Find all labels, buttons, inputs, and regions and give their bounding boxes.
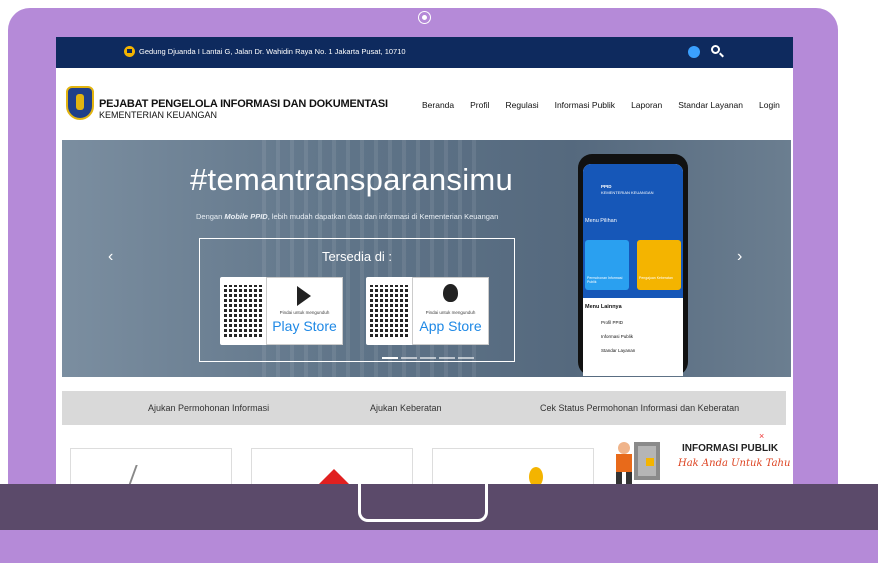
service-card[interactable] (70, 448, 232, 489)
phone-tile-permohonan: Permohonan Informasi Publik (585, 240, 629, 290)
carousel-prev-icon[interactable]: ‹ (108, 248, 113, 266)
store-scan-text: Pindai untuk mengunduh (279, 310, 330, 315)
tagline-app-name: Mobile PPID (224, 212, 268, 221)
nav-regulasi[interactable]: Regulasi (506, 100, 539, 110)
tagline-prefix: Dengan (196, 212, 225, 221)
org-title[interactable]: PEJABAT PENGELOLA INFORMASI DAN DOKUMENT… (99, 98, 388, 110)
carousel-next-icon[interactable]: › (737, 248, 742, 266)
nav-profil[interactable]: Profil (470, 100, 489, 110)
phone-mockup: PPID KEMENTERIAN KEUANGAN Menu Pilihan P… (578, 154, 688, 376)
availability-box: Tersedia di : Pindai untuk mengunduh Pla… (199, 238, 515, 362)
laptop-hinge-notch (358, 484, 488, 522)
carousel-indicators (382, 357, 474, 359)
phone-tile-keberatan: Pengajuan Keberatan (637, 240, 681, 290)
search-icon[interactable] (711, 45, 720, 54)
kemenkeu-logo-icon[interactable] (66, 86, 94, 120)
service-card[interactable] (432, 448, 594, 489)
phone-tile-keberatan-label: Pengajuan Keberatan (639, 276, 673, 280)
play-store-label: Play Store (272, 318, 337, 334)
carousel-dot[interactable] (458, 357, 474, 359)
popup-subtitle: Hak Anda Untuk Tahu ! (678, 458, 793, 469)
carousel-dot[interactable] (439, 357, 455, 359)
address-text: Gedung Djuanda I Lantai G, Jalan Dr. Wah… (139, 47, 406, 56)
app-store-label: App Store (419, 318, 482, 334)
site-header: PEJABAT PENGELOLA INFORMASI DAN DOKUMENT… (56, 68, 793, 140)
hero-tagline: Dengan Mobile PPID, lebih mudah dapatkan… (196, 212, 498, 221)
phone-item-standar: Standar Layanan (601, 348, 636, 353)
qr-code-icon (224, 285, 262, 337)
phone-screen: PPID KEMENTERIAN KEUANGAN Menu Pilihan P… (583, 164, 683, 376)
language-globe-icon[interactable] (688, 46, 700, 58)
phone-brand-sub: KEMENTERIAN KEUANGAN (601, 190, 654, 195)
address-line: Gedung Djuanda I Lantai G, Jalan Dr. Wah… (124, 46, 406, 57)
popup-title: INFORMASI PUBLIK (682, 443, 779, 454)
carousel-dot[interactable] (382, 357, 398, 359)
nav-standar-layanan[interactable]: Standar Layanan (678, 100, 743, 110)
tagline-suffix: , lebih mudah dapatkan data dan informas… (267, 212, 499, 221)
phone-item-informasi: Informasi Publik (601, 334, 634, 339)
nav-informasi-publik[interactable]: Informasi Publik (555, 100, 615, 110)
app-store-card[interactable]: Pindai untuk mengunduh App Store (366, 277, 489, 345)
app-store-panel: Pindai untuk mengunduh App Store (412, 277, 489, 345)
camera-icon (419, 12, 430, 23)
phone-item-profil: Profil PPID (601, 320, 624, 325)
person-illustration-icon (616, 442, 660, 484)
store-scan-text: Pindai untuk mengunduh (425, 310, 476, 315)
ajukan-permohonan-link[interactable]: Ajukan Permohonan Informasi (148, 403, 269, 413)
nav-login[interactable]: Login (759, 100, 780, 110)
main-nav: Beranda Profil Regulasi Informasi Publik… (422, 100, 793, 110)
ajukan-keberatan-link[interactable]: Ajukan Keberatan (370, 403, 442, 413)
informasi-publik-popup: × INFORMASI PUBLIK Hak Anda Untuk Tahu ! (596, 431, 793, 489)
availability-title: Tersedia di : (321, 249, 393, 264)
home-icon (124, 46, 135, 57)
nav-laporan[interactable]: Laporan (631, 100, 662, 110)
browser-screen: Gedung Djuanda I Lantai G, Jalan Dr. Wah… (56, 37, 793, 489)
play-store-card[interactable]: Pindai untuk mengunduh Play Store (220, 277, 343, 345)
phone-tile-permohonan-label: Permohonan Informasi Publik (587, 276, 623, 284)
top-bar: Gedung Djuanda I Lantai G, Jalan Dr. Wah… (56, 37, 793, 68)
cek-status-link[interactable]: Cek Status Permohonan Informasi dan Kebe… (540, 403, 739, 413)
hero-hashtag: #temantransparansimu (190, 162, 514, 197)
carousel-dot[interactable] (401, 357, 417, 359)
play-store-panel: Pindai untuk mengunduh Play Store (266, 277, 343, 345)
phone-brand: PPID (601, 184, 612, 189)
phone-app-header: PPID KEMENTERIAN KEUANGAN Menu Pilihan (583, 164, 683, 226)
nav-beranda[interactable]: Beranda (422, 100, 454, 110)
laptop-base (0, 530, 878, 563)
play-store-icon (297, 286, 311, 306)
hero-carousel: #temantransparansimu Dengan Mobile PPID,… (62, 140, 791, 377)
org-subtitle: KEMENTERIAN KEUANGAN (99, 110, 218, 120)
action-bar: Ajukan Permohonan Informasi Ajukan Keber… (62, 391, 786, 425)
apple-icon (443, 284, 458, 302)
close-icon[interactable]: × (759, 431, 764, 441)
qr-code-icon (370, 285, 408, 337)
phone-menu-pilihan: Menu Pilihan (585, 218, 617, 224)
phone-menu-lainnya: Menu Lainnya (585, 304, 622, 310)
laptop-frame: Gedung Djuanda I Lantai G, Jalan Dr. Wah… (0, 0, 878, 563)
service-card[interactable] (251, 448, 413, 489)
carousel-dot[interactable] (420, 357, 436, 359)
